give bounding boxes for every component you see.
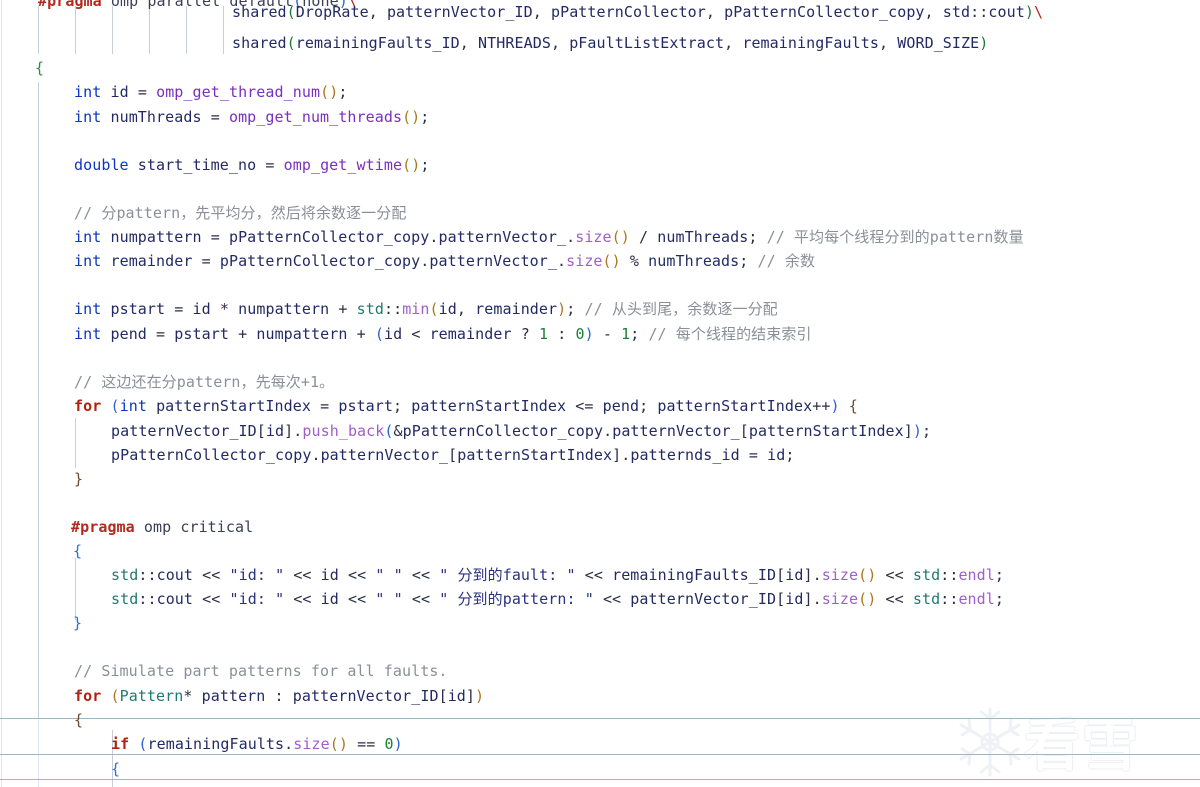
- indent-guide: [38, 82, 39, 718]
- code-line[interactable]: {: [111, 761, 120, 777]
- indent-guide: [149, 6, 150, 54]
- code-line[interactable]: std::cout << "id: " << id << " " << " 分到…: [111, 591, 1004, 607]
- editor-surface[interactable]: #pragma omp parallel default(none)\ shar…: [0, 0, 1200, 787]
- code-line[interactable]: {: [73, 543, 82, 559]
- indent-guide: [223, 6, 224, 54]
- code-line[interactable]: double start_time_no = omp_get_wtime();: [74, 157, 429, 173]
- code-line[interactable]: shared(DropRate, patternVector_ID, pPatt…: [232, 4, 1043, 20]
- code-line[interactable]: int id = omp_get_thread_num();: [74, 84, 347, 100]
- code-line[interactable]: patternVector_ID[id].push_back(&pPattern…: [111, 423, 931, 439]
- code-line[interactable]: int numpattern = pPatternCollector_copy.…: [74, 229, 1024, 245]
- code-editor-screenshot: 看雪 #pragma omp parallel default(none)\ s…: [0, 0, 1200, 787]
- code-line[interactable]: for (Pattern* pattern : patternVector_ID…: [74, 688, 484, 704]
- code-line[interactable]: }: [73, 615, 82, 631]
- code-line[interactable]: int numThreads = omp_get_num_threads();: [74, 109, 429, 125]
- indent-guide: [38, 6, 39, 54]
- code-line[interactable]: {: [35, 60, 44, 76]
- indent-guide: [75, 418, 76, 468]
- indent-guide: [75, 6, 76, 54]
- code-line[interactable]: shared(remainingFaults_ID, NTHREADS, pFa…: [232, 35, 988, 51]
- code-line[interactable]: {: [74, 712, 83, 728]
- code-line[interactable]: #pragma omp critical: [71, 519, 253, 535]
- code-line[interactable]: int remainder = pPatternCollector_copy.p…: [74, 253, 815, 269]
- indent-guide: [186, 6, 187, 54]
- gutter-rail-1: [1, 0, 2, 787]
- code-line[interactable]: }: [74, 471, 83, 487]
- code-line[interactable]: for (int patternStartIndex = pstart; pat…: [74, 398, 858, 414]
- code-line[interactable]: pPatternCollector_copy.patternVector_[pa…: [111, 447, 794, 463]
- code-line-current[interactable]: if (remainingFaults.size() == 0): [111, 736, 403, 752]
- code-line[interactable]: int pend = pstart + numpattern + (id < r…: [74, 326, 812, 342]
- code-line-comment[interactable]: // Simulate part patterns for all faults…: [74, 663, 448, 679]
- statement-highlight-bottom: [0, 779, 1200, 780]
- indent-guide: [112, 6, 113, 54]
- code-line-comment[interactable]: // 这边还在分pattern，先每次+1。: [74, 374, 334, 390]
- gutter-rail-2: [38, 718, 39, 787]
- statement-highlight-top: [0, 718, 1200, 719]
- code-line[interactable]: std::cout << "id: " << id << " " << " 分到…: [111, 567, 1004, 583]
- statement-highlight-mid: [0, 754, 1200, 755]
- indent-guide: [75, 558, 76, 620]
- code-line[interactable]: int pstart = id * numpattern + std::min(…: [74, 301, 778, 317]
- code-line-comment[interactable]: // 分pattern，先平均分，然后将余数逐一分配: [74, 205, 406, 221]
